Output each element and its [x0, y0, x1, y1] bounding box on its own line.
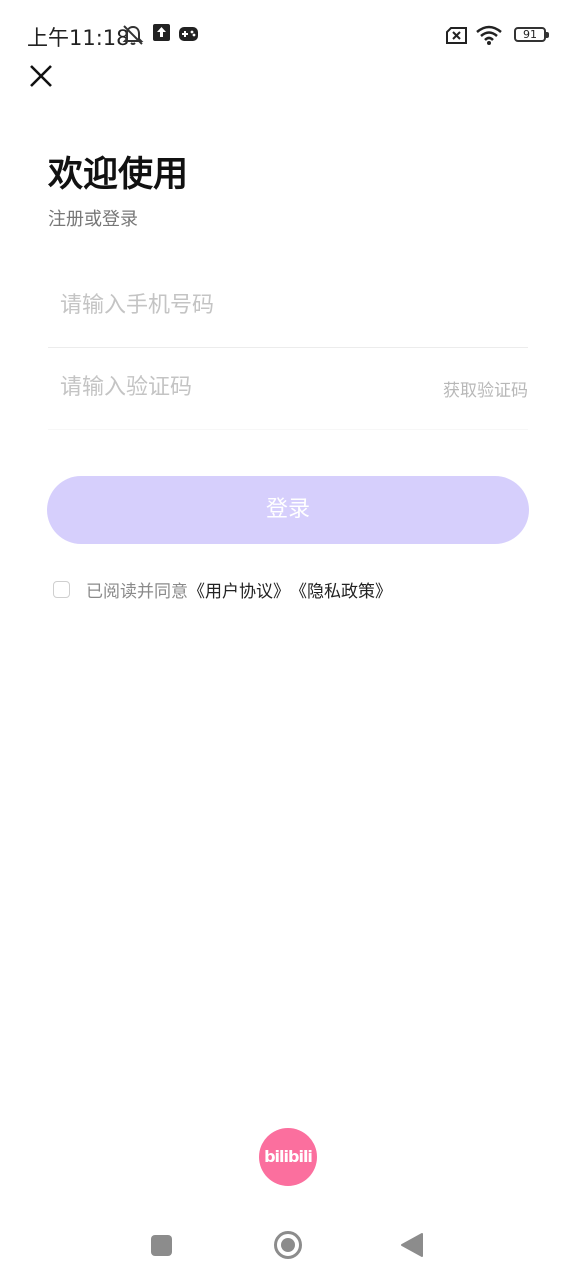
status-bar: 上午11:18 91	[0, 0, 576, 70]
page-title: 欢迎使用	[48, 155, 189, 195]
get-code-button[interactable]: 获取验证码	[443, 376, 528, 401]
login-screen: 上午11:18 91 欢迎使用 注册或登录 请输入手机号码 请输入验证码 获取验…	[0, 0, 576, 1280]
wifi-icon	[476, 25, 502, 45]
mute-bell-icon	[122, 25, 144, 45]
phone-input-row	[48, 265, 528, 348]
gamepad-icon	[179, 27, 198, 41]
status-time: 上午11:18	[27, 26, 130, 50]
privacy-policy-link[interactable]: 《隐私政策》	[290, 577, 392, 602]
page-subtitle: 注册或登录	[48, 209, 138, 230]
upload-icon	[153, 24, 170, 41]
verification-code-input[interactable]	[48, 347, 420, 427]
recent-apps-icon[interactable]	[151, 1235, 172, 1256]
agreement-row: 已阅读并同意 《用户协议》 《隐私政策》	[53, 577, 392, 602]
bilibili-logo: bilibili	[259, 1128, 317, 1186]
close-icon[interactable]	[26, 60, 56, 92]
user-agreement-link[interactable]: 《用户协议》	[188, 577, 290, 602]
phone-input[interactable]	[48, 265, 420, 345]
agreement-checkbox[interactable]	[53, 580, 70, 598]
agreement-prefix: 已阅读并同意	[86, 581, 188, 602]
back-icon[interactable]	[400, 1232, 424, 1258]
no-sim-icon	[446, 27, 467, 44]
battery-icon: 91	[514, 27, 549, 42]
login-button[interactable]: 登录	[47, 476, 529, 544]
home-icon[interactable]	[273, 1230, 303, 1260]
code-input-row: 获取验证码	[48, 347, 528, 430]
